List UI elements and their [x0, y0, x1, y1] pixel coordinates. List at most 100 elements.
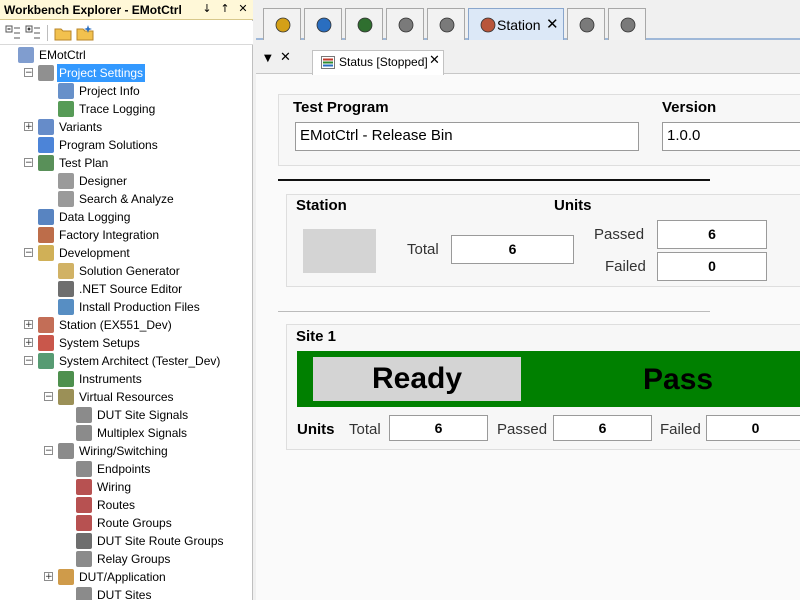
tree-item[interactable]: Designer — [0, 172, 252, 190]
tree-item[interactable]: .NET Source Editor — [0, 280, 252, 298]
tab-home[interactable] — [263, 8, 301, 40]
tree-item[interactable]: Install Production Files — [0, 298, 252, 316]
tab-devices[interactable] — [345, 8, 383, 40]
site1-label: Site 1 — [296, 328, 337, 345]
tree-item[interactable]: − Test Plan — [0, 154, 252, 172]
tree-item-label: DUT/Application — [79, 570, 166, 584]
tree-item-label: EMotCtrl — [39, 48, 86, 62]
tree-item[interactable]: Trace Logging — [0, 100, 252, 118]
tree-item[interactable]: DUT Sites — [0, 586, 252, 600]
tree-item-label: Factory Integration — [59, 228, 160, 242]
close-icon[interactable]: ✕ — [280, 50, 291, 65]
tree-item-label: Wiring/Switching — [79, 444, 168, 458]
tree-item[interactable]: − Wiring/Switching — [0, 442, 252, 460]
tools-icon — [620, 17, 636, 33]
star-icon — [38, 137, 54, 153]
tree-item[interactable]: EMotCtrl — [0, 46, 252, 64]
editor-icon — [398, 17, 414, 33]
expand-all-icon[interactable] — [24, 24, 42, 42]
tree-item-label: Install Production Files — [79, 300, 200, 314]
expand-icon[interactable]: + — [24, 122, 33, 132]
tree-item[interactable]: Wiring — [0, 478, 252, 496]
new-folder-icon[interactable] — [76, 24, 94, 42]
site1-passed-label: Passed — [497, 421, 548, 438]
signals-icon — [76, 407, 92, 423]
dut-application-icon — [58, 569, 74, 585]
tree-item[interactable]: DUT Site Signals — [0, 406, 252, 424]
tab-matrix[interactable] — [567, 8, 605, 40]
tree-item[interactable]: + Station (EX551_Dev) — [0, 316, 252, 334]
tree-item[interactable]: Project Info — [0, 82, 252, 100]
tab-chart[interactable] — [427, 8, 465, 40]
tree-item-label: Test Plan — [59, 156, 109, 170]
tree-item[interactable]: + Variants — [0, 118, 252, 136]
expand-icon[interactable]: + — [24, 338, 33, 348]
project-icon — [18, 47, 34, 63]
pin-icon[interactable]: ↑ — [218, 2, 232, 16]
collapse-icon[interactable]: − — [24, 356, 33, 366]
toolbar-separator — [47, 25, 48, 41]
version-label: Version — [662, 99, 717, 116]
expand-icon[interactable]: + — [44, 572, 53, 582]
collapse-icon[interactable]: − — [24, 248, 33, 258]
collapse-icon[interactable]: − — [24, 158, 33, 168]
tab-list-dropdown-icon[interactable]: ▼ — [264, 53, 272, 64]
tree-item-label: Routes — [97, 498, 136, 512]
tree-item[interactable]: DUT Site Route Groups — [0, 532, 252, 550]
window-position-icon[interactable]: ↓ — [200, 2, 214, 16]
tab-station[interactable]: Station ✕ — [468, 8, 564, 40]
tree-item[interactable]: Endpoints — [0, 460, 252, 478]
tree-item[interactable]: Route Groups — [0, 514, 252, 532]
workbench-explorer: Workbench Explorer - EMotCtrl ↓ ↑ ✕ EMot… — [0, 0, 253, 600]
tree-item[interactable]: Routes — [0, 496, 252, 514]
station-icon — [38, 317, 54, 333]
version-field[interactable]: 1.0.0 — [662, 122, 800, 151]
tree-item[interactable]: Factory Integration — [0, 226, 252, 244]
tree-item[interactable]: − Development — [0, 244, 252, 262]
tree-item[interactable]: Relay Groups — [0, 550, 252, 568]
collapse-icon[interactable]: − — [44, 446, 53, 456]
tree-item[interactable]: Multiplex Signals — [0, 424, 252, 442]
tree-item[interactable]: − System Architect (Tester_Dev) — [0, 352, 252, 370]
tree-item[interactable]: Search & Analyze — [0, 190, 252, 208]
close-icon[interactable]: ✕ — [429, 53, 440, 68]
units-passed-value: 6 — [657, 220, 767, 249]
install-icon — [58, 299, 74, 315]
tab-tools[interactable] — [608, 8, 646, 40]
tree-item-label: Data Logging — [59, 210, 131, 224]
explorer-toolbar — [0, 21, 253, 45]
tree-item[interactable]: Instruments — [0, 370, 252, 388]
tab-editor[interactable] — [386, 8, 424, 40]
tree-item[interactable]: + DUT/Application — [0, 568, 252, 586]
collapse-all-icon[interactable] — [4, 24, 22, 42]
dut-sites-icon — [76, 587, 92, 600]
tree-item[interactable]: Program Solutions — [0, 136, 252, 154]
wiring-switching-icon — [58, 443, 74, 459]
log-icon — [58, 101, 74, 117]
tree-item-label: DUT Site Route Groups — [97, 534, 224, 548]
expand-icon[interactable]: + — [24, 320, 33, 330]
station-icon — [480, 17, 496, 33]
home-icon — [275, 17, 291, 33]
tree-item[interactable]: − Project Settings — [0, 64, 252, 82]
tree-item-label: Trace Logging — [79, 102, 156, 116]
tree-item-label: Route Groups — [97, 516, 172, 530]
collapse-icon[interactable]: − — [24, 68, 33, 78]
tree-item[interactable]: Data Logging — [0, 208, 252, 226]
collapse-icon[interactable]: − — [44, 392, 53, 402]
close-icon[interactable]: ✕ — [546, 15, 559, 33]
designer-icon — [58, 173, 74, 189]
tree-item[interactable]: − Virtual Resources — [0, 388, 252, 406]
tree-item[interactable]: + System Setups — [0, 334, 252, 352]
open-folder-icon[interactable] — [54, 24, 72, 42]
site1-units-label: Units — [297, 421, 335, 438]
tree-item[interactable]: Solution Generator — [0, 262, 252, 280]
tab-status[interactable]: Status [Stopped] ✕ — [312, 50, 444, 75]
tree-item-label: Project Info — [79, 84, 140, 98]
tools-icon — [38, 65, 54, 81]
relay-groups-icon — [76, 551, 92, 567]
close-icon[interactable]: ✕ — [236, 2, 250, 16]
test-program-field[interactable]: EMotCtrl - Release Bin — [295, 122, 639, 151]
tab-globe[interactable] — [304, 8, 342, 40]
section-divider — [278, 311, 710, 312]
